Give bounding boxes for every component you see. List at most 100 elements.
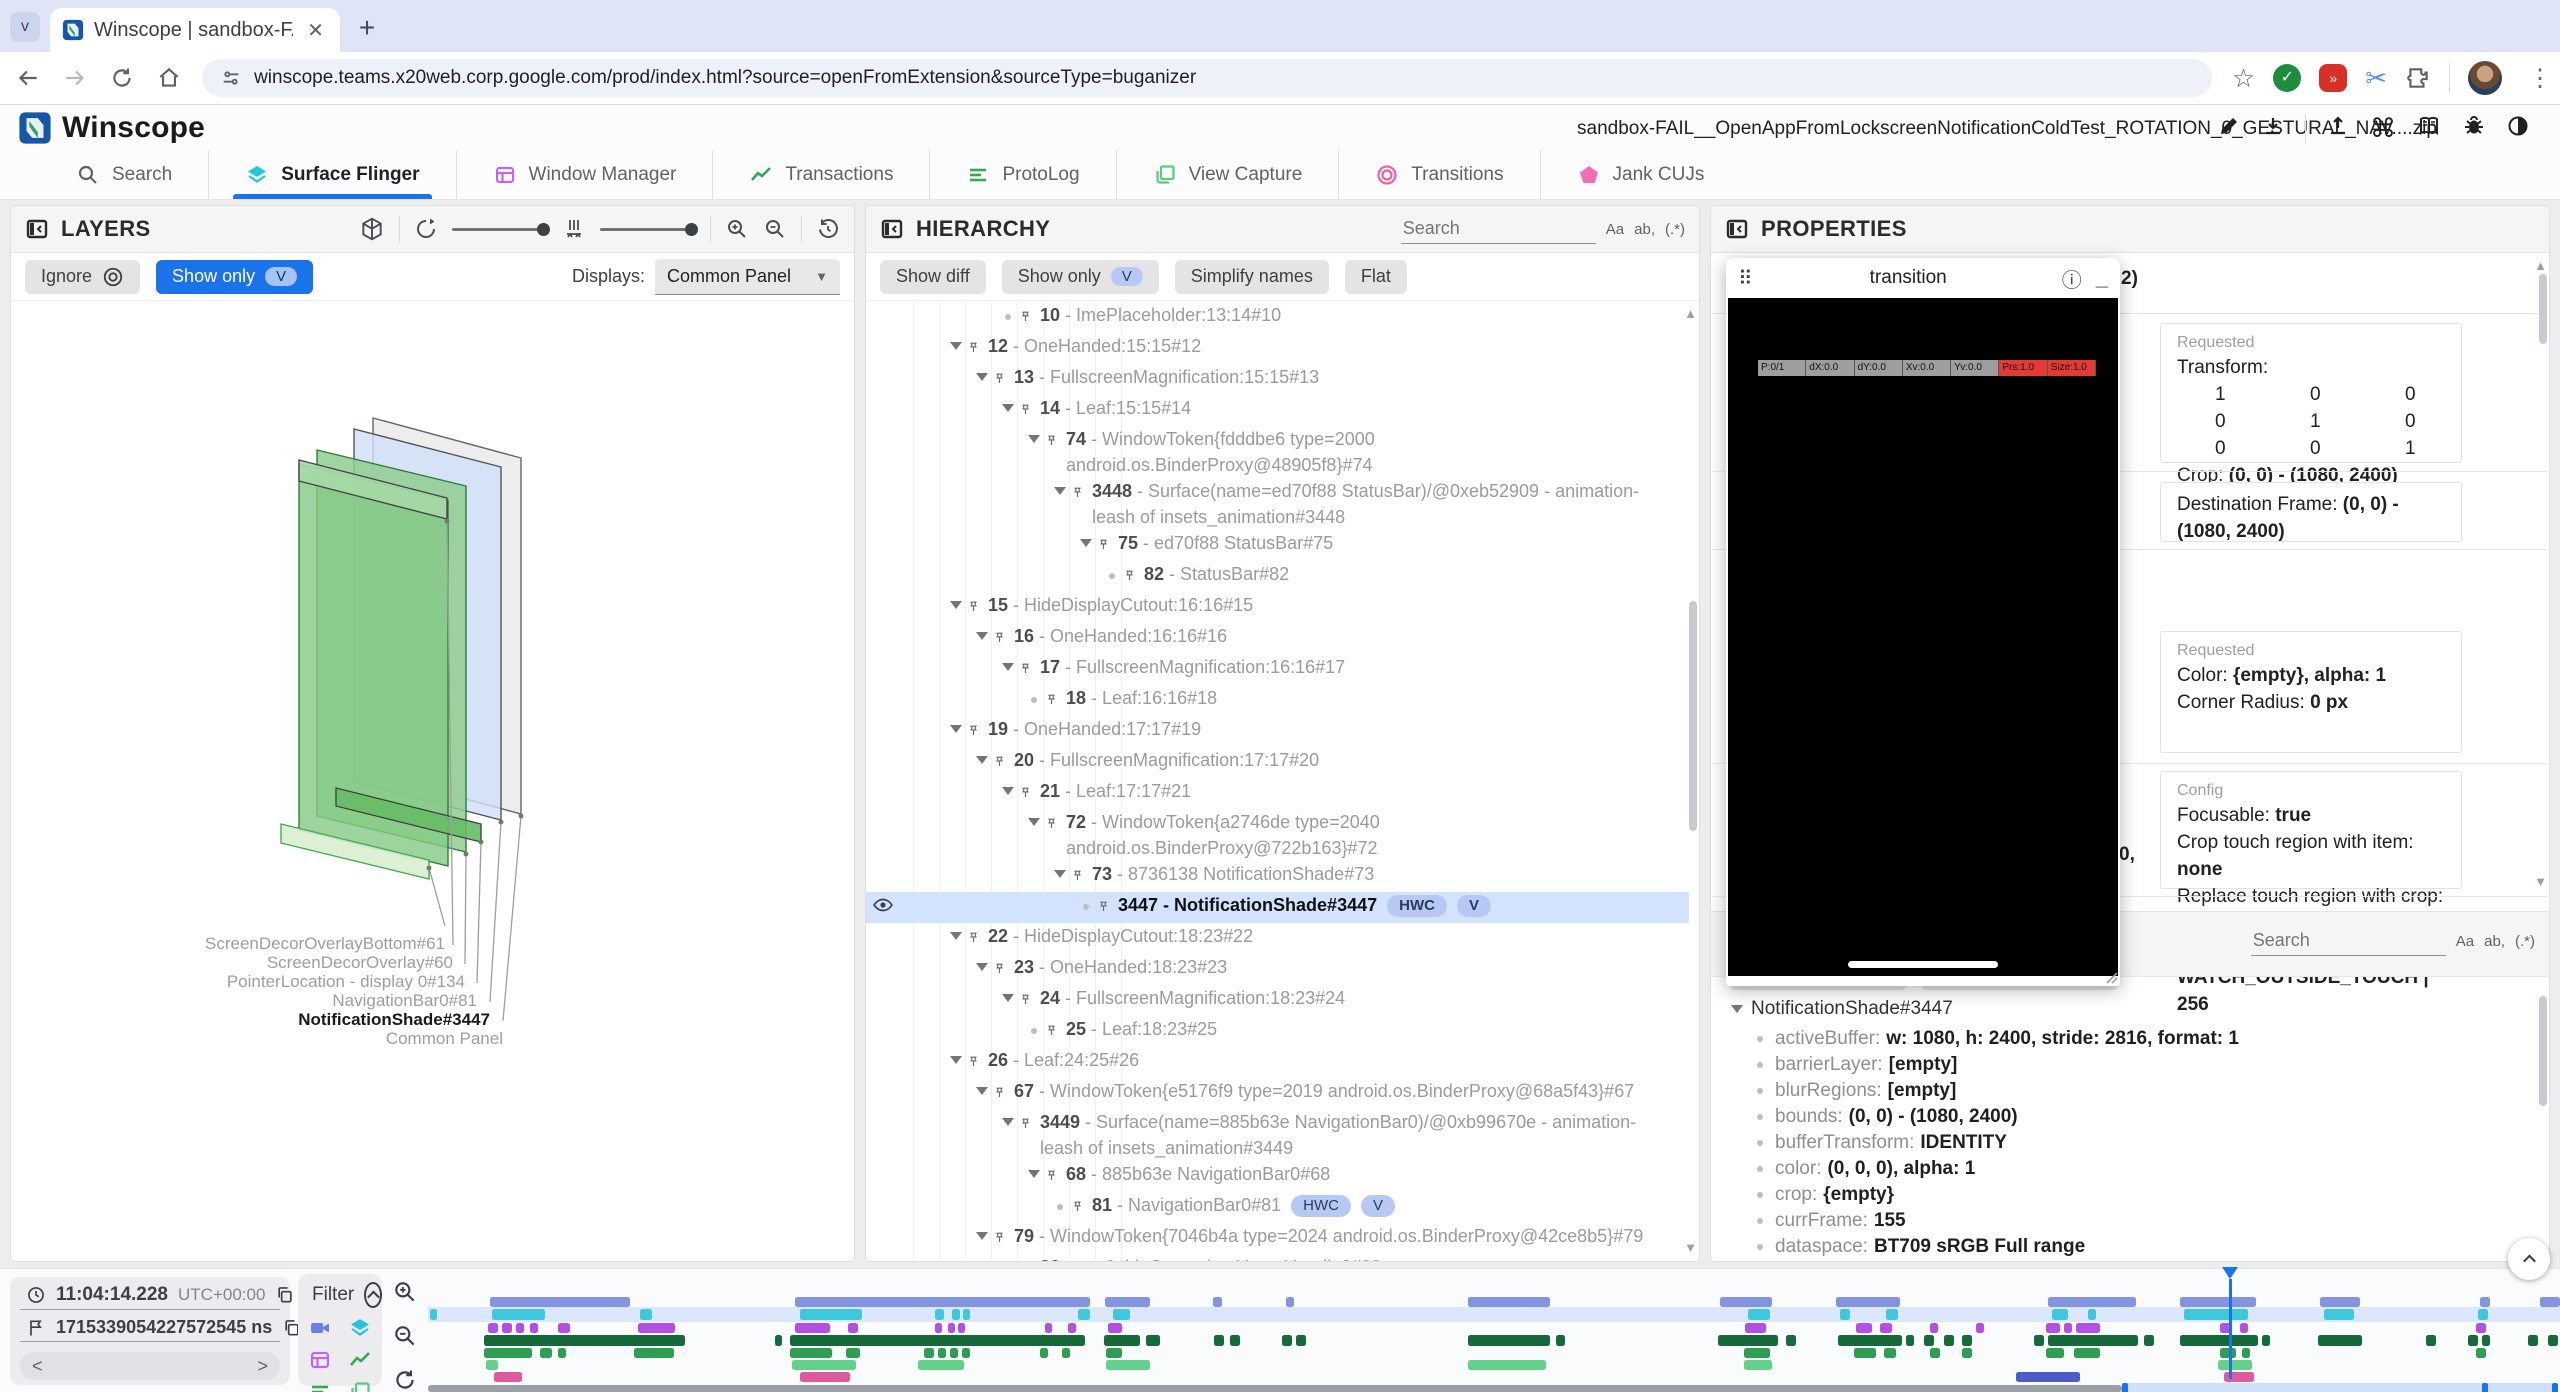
pin-icon[interactable] <box>1044 809 1062 840</box>
scene-label[interactable]: Common Panel <box>386 1029 503 1048</box>
tree-node-25[interactable]: 25 - Leaf:18:23#25 <box>866 1016 1689 1047</box>
scene-label[interactable]: NavigationBar0#81 <box>332 991 477 1010</box>
overview-scrollbar[interactable] <box>428 1385 2122 1392</box>
pin-icon[interactable] <box>992 1078 1010 1109</box>
match-word-icon[interactable]: ab, <box>1634 221 1655 238</box>
layers-3d-scene[interactable]: ScreenDecorOverlayBottom#61ScreenDecorOv… <box>11 302 854 1261</box>
tree-node-12[interactable]: 12 - OneHanded:15:15#12 <box>866 333 1689 364</box>
expander-icon[interactable] <box>998 1109 1018 1126</box>
tab-jank-cujs[interactable]: Jank CUJs <box>1540 150 1741 199</box>
tree-node-72[interactable]: 72 - WindowToken{a2746de type=2040 andro… <box>866 809 1689 861</box>
expander-icon[interactable] <box>998 395 1018 412</box>
docs-book-icon[interactable] <box>2416 114 2442 143</box>
properties-scrollbar[interactable] <box>2539 274 2547 344</box>
match-case-icon[interactable]: Aa <box>2456 933 2474 950</box>
tab-search-icon[interactable]: v <box>10 12 40 42</box>
tree-node-16[interactable]: 16 - OneHanded:16:16#16 <box>866 623 1689 654</box>
pin-icon[interactable] <box>992 1223 1010 1254</box>
pin-icon[interactable] <box>1018 1109 1036 1140</box>
scroll-up-icon[interactable]: ▲ <box>1684 306 1697 321</box>
properties-search-input[interactable] <box>2251 926 2446 956</box>
back-icon[interactable] <box>8 58 47 98</box>
overview-right-handle[interactable] <box>2552 1383 2558 1392</box>
show-only-button[interactable]: Show only V <box>1002 260 1159 294</box>
flat-button[interactable]: Flat <box>1345 260 1407 294</box>
property-row[interactable]: color:(0, 0, 0), alpha: 1 <box>1757 1156 2529 1182</box>
viewer-title-bar[interactable]: ⠿ transition ⓘ _ <box>1726 258 2120 298</box>
pin-icon[interactable] <box>1018 1254 1036 1261</box>
expander-icon[interactable] <box>1050 478 1070 495</box>
show-diff-button[interactable]: Show diff <box>880 260 986 294</box>
expand-timeline-button[interactable] <box>2508 1238 2550 1280</box>
tree-node-22[interactable]: 22 - HideDisplayCutout:18:23#22 <box>866 923 1689 954</box>
tree-node-18[interactable]: 18 - Leaf:16:16#18 <box>866 685 1689 716</box>
tab-transactions[interactable]: Transactions <box>712 150 929 199</box>
pin-icon[interactable] <box>1070 1192 1088 1223</box>
resize-handle-icon[interactable] <box>2102 968 2118 984</box>
tree-node-81[interactable]: 81 - NavigationBar0#81HWCV <box>866 1192 1689 1223</box>
expander-icon[interactable] <box>1076 530 1096 547</box>
expander-icon[interactable] <box>1731 1005 1743 1013</box>
expander-icon[interactable] <box>972 954 992 971</box>
tree-node-17[interactable]: 17 - FullscreenMagnification:16:16#17 <box>866 654 1689 685</box>
pin-icon[interactable] <box>966 1047 984 1078</box>
tree-node-26[interactable]: 26 - Leaf:24:25#26 <box>866 1047 1689 1078</box>
pin-icon[interactable] <box>1044 1161 1062 1192</box>
tree-node-3447[interactable]: 3447 - NotificationShade#3447HWCV <box>866 892 1689 923</box>
expander-icon[interactable] <box>972 1223 992 1240</box>
pin-icon[interactable] <box>1044 426 1062 457</box>
scroll-down-icon[interactable]: ▼ <box>2534 874 2547 889</box>
pin-icon[interactable] <box>1122 561 1140 592</box>
show-only-v-button[interactable]: Show only V <box>156 260 313 294</box>
site-info-icon[interactable] <box>220 67 242 89</box>
shortcuts-icon[interactable]: ⌘ <box>2370 113 2396 144</box>
tree-node-21[interactable]: 21 - Leaf:17:17#21 <box>866 778 1689 809</box>
tree-node-73[interactable]: 73 - 8736138 NotificationShade#73 <box>866 861 1689 892</box>
tree-node-67[interactable]: 67 - WindowToken{e5176f9 type=2019 andro… <box>866 1078 1689 1109</box>
tree-node-10[interactable]: 10 - ImePlaceholder:13:14#10 <box>866 302 1689 333</box>
property-row[interactable]: crop:{empty} <box>1757 1182 2529 1208</box>
regex-icon[interactable]: (.*) <box>2515 933 2535 950</box>
scene-label[interactable]: NotificationShade#3447 <box>298 1010 490 1029</box>
tree-node-80[interactable]: 80 - ace6abb SecondaryHomeHandle0#80 <box>866 1254 1689 1261</box>
tree-node-3448[interactable]: 3448 - Surface(name=ed70f88 StatusBar)/@… <box>866 478 1689 530</box>
properties-tree-root[interactable]: NotificationShade#3447 <box>1731 998 1953 1020</box>
extension-red-icon[interactable]: » <box>2319 64 2347 92</box>
collapse-panel-icon[interactable] <box>25 217 49 241</box>
tab-protolog[interactable]: ProtoLog <box>929 150 1115 199</box>
new-tab-button[interactable]: + <box>352 12 382 44</box>
tree-node-68[interactable]: 68 - 885b63e NavigationBar0#68 <box>866 1161 1689 1192</box>
reload-icon[interactable] <box>102 58 141 98</box>
scissors-extension-icon[interactable]: ✂ <box>2365 63 2387 94</box>
pin-icon[interactable] <box>1018 778 1036 809</box>
hierarchy-scrollbar[interactable] <box>1689 601 1697 831</box>
expander-icon[interactable] <box>946 592 966 609</box>
pin-icon[interactable] <box>1044 1016 1062 1047</box>
expander-icon[interactable] <box>1050 861 1070 878</box>
tree-node-24[interactable]: 24 - FullscreenMagnification:18:23#24 <box>866 985 1689 1016</box>
pin-icon[interactable] <box>1044 685 1062 716</box>
pin-icon[interactable] <box>966 716 984 747</box>
displays-select[interactable]: Common Panel ▼ <box>655 259 840 295</box>
pin-icon[interactable] <box>966 923 984 954</box>
expander-icon[interactable] <box>1024 809 1044 826</box>
tree-node-74[interactable]: 74 - WindowToken{fdddbe6 type=2000 andro… <box>866 426 1689 478</box>
download-icon[interactable] <box>2261 114 2285 143</box>
visibility-eye-icon[interactable] <box>872 894 894 916</box>
expander-icon[interactable] <box>946 1047 966 1064</box>
expander-icon[interactable] <box>972 747 992 764</box>
tree-node-19[interactable]: 19 - OneHanded:17:17#19 <box>866 716 1689 747</box>
extension-check-icon[interactable]: ✓ <box>2273 64 2301 92</box>
spacing-slider[interactable] <box>600 228 696 231</box>
forward-icon[interactable] <box>55 58 94 98</box>
tree-node-14[interactable]: 14 - Leaf:15:15#14 <box>866 395 1689 426</box>
pin-icon[interactable] <box>1018 985 1036 1016</box>
property-row[interactable]: activeBuffer:w: 1080, h: 2400, stride: 2… <box>1757 1026 2529 1052</box>
cube-3d-icon[interactable] <box>359 216 385 242</box>
tab-search[interactable]: Search <box>40 150 208 199</box>
scene-label[interactable]: PointerLocation - display 0#134 <box>227 972 465 991</box>
pin-icon[interactable] <box>1096 530 1114 561</box>
zoom-in-icon[interactable] <box>725 217 749 241</box>
expander-icon[interactable] <box>946 923 966 940</box>
info-icon[interactable]: ⓘ <box>2062 264 2082 293</box>
